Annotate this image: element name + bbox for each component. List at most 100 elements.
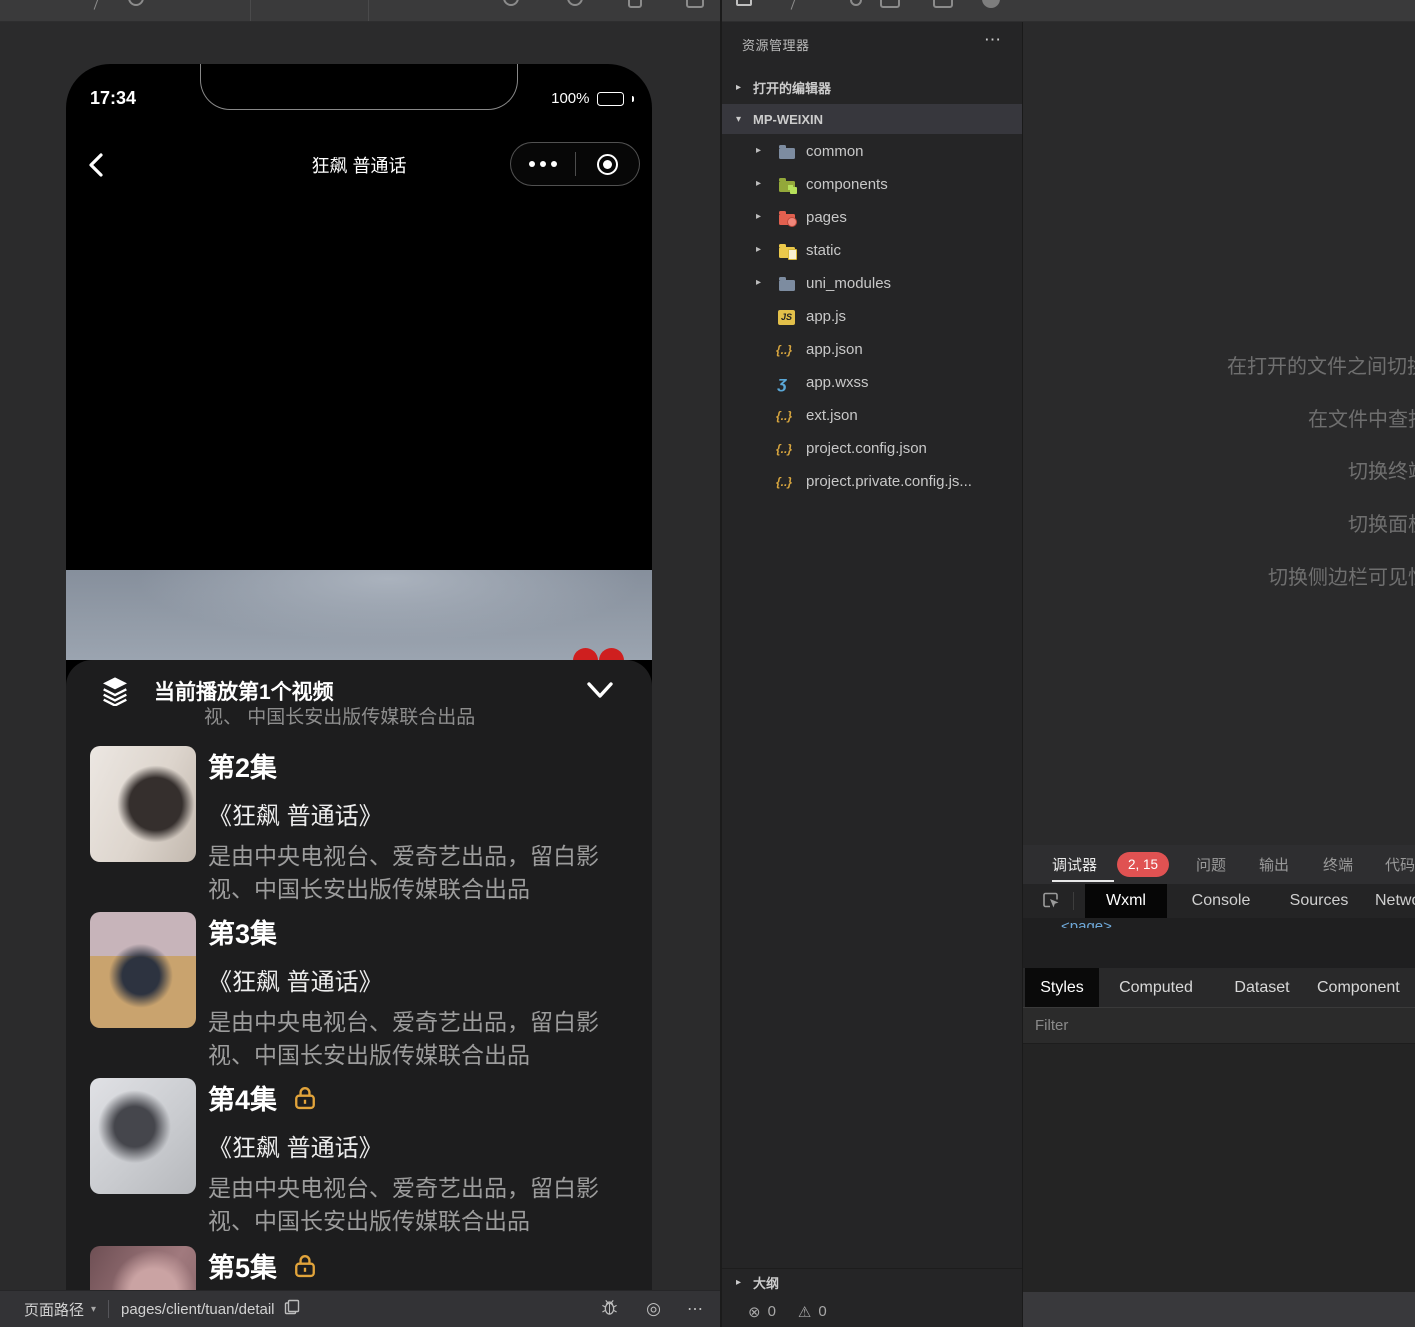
shortcut-hint: 切换侧边栏可见性	[1268, 561, 1415, 590]
tree-item-file[interactable]: {..} project.config.json	[722, 433, 1022, 466]
outline-section[interactable]: ▸ 大纲	[722, 1268, 1022, 1296]
episode-item[interactable]: 第3集 《狂飙 普通话》 是由中央电视台、爱奇艺出品，留白影视、中国长安出版传媒…	[66, 912, 652, 1064]
episode-item[interactable]: 第4集 《狂飙 普通话》 是由中央电视台、爱奇艺出品，留白影视、中国长安出版传媒…	[66, 1078, 652, 1230]
tablet-device-icon[interactable]	[686, 0, 704, 8]
devtools-tab-sources[interactable]: Sources	[1279, 884, 1359, 918]
explorer-title: 资源管理器	[742, 35, 810, 54]
styles-filter-input[interactable]	[1023, 1008, 1415, 1043]
caret-right-icon: ▸	[756, 244, 761, 255]
tab-problems[interactable]: 问题	[1196, 854, 1226, 875]
wxml-page-node[interactable]: <page>	[1061, 918, 1112, 928]
styles-tab-bar: Styles Computed Dataset Component	[1023, 968, 1415, 1007]
tab-component[interactable]: Component	[1317, 968, 1415, 1007]
split-panel-icon[interactable]	[880, 0, 900, 8]
lock-icon	[291, 1252, 319, 1280]
split-panel-icon[interactable]	[933, 0, 953, 8]
mini-program-navbar: 狂飙 普通话	[66, 134, 652, 196]
video-frame[interactable]	[66, 570, 652, 660]
toolbar-partial-icon[interactable]	[850, 0, 862, 6]
avatar[interactable]	[982, 0, 1000, 8]
compile-icon[interactable]	[567, 0, 583, 6]
tree-item-file[interactable]: ʒ app.wxss	[722, 367, 1022, 400]
episode-title: 《狂飙 普通话》	[208, 796, 626, 831]
tab-computed[interactable]: Computed	[1112, 968, 1200, 1007]
episode-item[interactable]: 第2集 《狂飙 普通话》 是由中央电视台、爱奇艺出品，留白影视、中国长安出版传媒…	[66, 746, 652, 898]
top-toolbar	[0, 0, 1415, 22]
tree-item-file[interactable]: {..} ext.json	[722, 400, 1022, 433]
tab-output[interactable]: 输出	[1259, 854, 1289, 875]
json-file-icon: {..}	[778, 441, 796, 458]
episode-thumbnail	[90, 1078, 196, 1194]
toolbar-partial-icon[interactable]	[94, 0, 100, 10]
tab-code[interactable]: 代码	[1385, 854, 1415, 875]
simulator-panel: 17:34 100% 狂飙 普通话	[0, 22, 720, 1290]
styles-filter-row	[1023, 1007, 1415, 1044]
debugger-tab-bar: 调试器 2, 15 问题 输出 终端 代码	[1023, 845, 1415, 884]
tree-item-folder[interactable]: ▸ common	[722, 136, 1022, 169]
more-dots-icon	[529, 161, 557, 167]
phone-device-icon[interactable]	[628, 0, 642, 8]
episode-number: 第5集	[208, 1246, 277, 1285]
error-count: 0	[768, 1303, 776, 1320]
tab-dataset[interactable]: Dataset	[1227, 968, 1297, 1007]
copy-icon[interactable]	[284, 1299, 300, 1320]
more-button[interactable]	[511, 143, 575, 185]
file-explorer: 资源管理器 ⋯ ▸ 打开的编辑器 ▾ MP-WEIXIN ▸ common ▸ …	[722, 22, 1022, 1327]
battery-percent: 100%	[551, 90, 589, 107]
record-circle-icon	[597, 154, 618, 175]
like-hearts-icon[interactable]	[573, 648, 624, 660]
toolbar-divider	[250, 0, 251, 22]
episode-number: 第2集	[208, 746, 277, 785]
episode-item[interactable]: 第5集	[66, 1246, 652, 1290]
video-player-area[interactable]	[66, 196, 652, 570]
devtools-tab-bar: Wxml Console Sources Network	[1023, 884, 1415, 918]
more-options-icon[interactable]: ⋯	[687, 1299, 704, 1319]
debugger-panel: 调试器 2, 15 问题 输出 终端 代码 Wxml Console Sourc…	[1023, 845, 1415, 1327]
styles-content-area	[1023, 1044, 1415, 1292]
static-folder-icon	[778, 243, 796, 260]
page-path-label[interactable]: 页面路径	[24, 1299, 84, 1320]
episode-list-panel: 当前播放第1个视频 视、 中国长安出版传媒联合出品 第2集 《狂飙 普通	[66, 660, 652, 1290]
json-file-icon: {..}	[778, 342, 796, 359]
visibility-eye-icon[interactable]: ◎	[646, 1299, 661, 1319]
wxml-tree-pane[interactable]: <page>	[1023, 918, 1415, 968]
tree-item-folder[interactable]: ▸ static	[722, 235, 1022, 268]
clipped-description-line: 视、 中国长安出版传媒联合出品	[204, 702, 475, 729]
toolbar-partial-icon[interactable]	[791, 0, 797, 10]
explorer-more-icon[interactable]: ⋯	[984, 30, 1002, 50]
tree-item-folder[interactable]: ▸ components	[722, 169, 1022, 202]
inspect-element-icon[interactable]	[1041, 891, 1061, 916]
refresh-icon[interactable]	[503, 0, 519, 6]
shortcut-hint: 在文件中查找	[1308, 403, 1415, 432]
components-folder-icon	[778, 177, 796, 194]
caret-down-icon[interactable]: ▾	[91, 1304, 96, 1315]
battery-indicator: 100%	[551, 90, 634, 107]
tree-item-folder[interactable]: ▸ uni_modules	[722, 268, 1022, 301]
episode-thumbnail	[90, 746, 196, 862]
devtools-tab-network[interactable]: Network	[1375, 884, 1415, 918]
open-editors-section[interactable]: ▸ 打开的编辑器	[722, 72, 1022, 102]
tab-terminal[interactable]: 终端	[1323, 854, 1353, 875]
tab-styles[interactable]: Styles	[1025, 968, 1099, 1007]
debug-bug-icon[interactable]	[599, 1297, 620, 1322]
shortcut-hint: 在打开的文件之间切换	[1227, 350, 1415, 379]
collapse-panel-button[interactable]	[584, 680, 616, 707]
devtools-tab-wxml[interactable]: Wxml	[1085, 884, 1167, 918]
tree-item-file[interactable]: {..} project.private.config.js...	[722, 466, 1022, 499]
wechat-devtools-window: 17:34 100% 狂飙 普通话	[0, 0, 1415, 1327]
problems-status[interactable]: ⊗ 0 ⚠ 0	[722, 1296, 1022, 1327]
episode-number: 第4集	[208, 1078, 277, 1117]
phone-status-bar: 17:34 100%	[66, 64, 652, 134]
minimize-button[interactable]	[576, 143, 640, 185]
explorer-view-icon[interactable]	[736, 0, 752, 6]
tree-item-file[interactable]: {..} app.json	[722, 334, 1022, 367]
toolbar-partial-icon[interactable]	[128, 0, 144, 6]
capsule-menu	[510, 142, 640, 186]
project-root-section[interactable]: ▾ MP-WEIXIN	[722, 104, 1022, 134]
tree-item-folder[interactable]: ▸ pages	[722, 202, 1022, 235]
phone-frame: 17:34 100% 狂飙 普通话	[66, 64, 652, 1290]
tree-item-file[interactable]: JS app.js	[722, 301, 1022, 334]
tab-debugger[interactable]: 调试器	[1052, 854, 1097, 875]
phone-notch	[200, 64, 518, 110]
devtools-tab-console[interactable]: Console	[1181, 884, 1261, 918]
